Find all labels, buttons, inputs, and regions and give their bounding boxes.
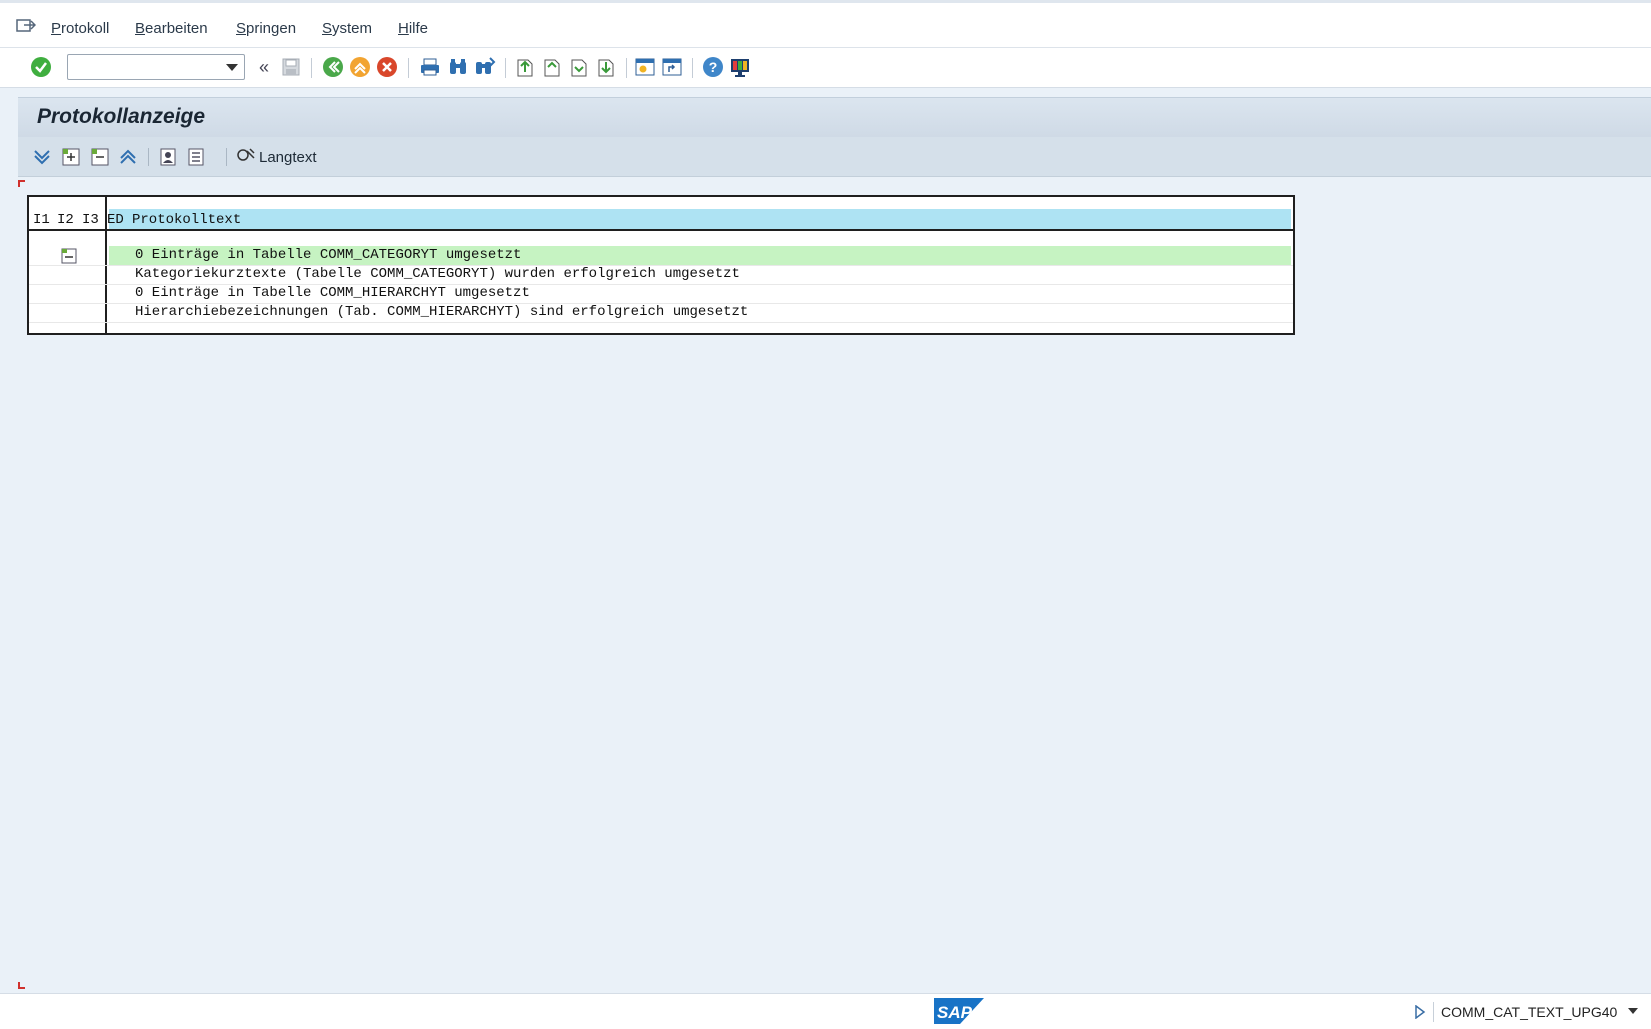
toolbar-separator bbox=[408, 58, 409, 78]
header-i3[interactable]: I3 bbox=[82, 212, 99, 228]
table-row[interactable]: Hierarchiebezeichnungen (Tab. COMM_HIERA… bbox=[29, 303, 1293, 323]
system-toolbar: « ? bbox=[0, 48, 1651, 88]
collapse-node-icon[interactable] bbox=[59, 246, 79, 265]
page-title: Protokollanzeige bbox=[37, 105, 206, 128]
menu-toggle-icon[interactable] bbox=[16, 17, 37, 33]
create-session-icon[interactable] bbox=[633, 55, 657, 79]
save-icon[interactable] bbox=[279, 55, 303, 79]
menu-system[interactable]: System bbox=[322, 20, 372, 37]
toolbar-separator bbox=[626, 58, 627, 78]
status-separator bbox=[1433, 1002, 1434, 1022]
toolbar-separator bbox=[311, 58, 312, 78]
menu-bar: Protokoll Bearbeiten Springen System Hil… bbox=[0, 0, 1651, 48]
print-icon[interactable] bbox=[418, 55, 442, 79]
menu-hilfe[interactable]: Hilfe bbox=[398, 20, 428, 37]
last-page-icon[interactable] bbox=[594, 55, 618, 79]
exit-icon[interactable] bbox=[348, 55, 372, 79]
log-row-text[interactable]: Kategoriekurztexte (Tabelle COMM_CATEGOR… bbox=[109, 265, 1291, 284]
header-i2[interactable]: I2 bbox=[57, 212, 74, 228]
svg-text:SAP: SAP bbox=[937, 1003, 973, 1022]
title-bar: Protokollanzeige bbox=[18, 97, 1651, 137]
sap-logo: SAP bbox=[934, 998, 984, 1024]
header-ed[interactable]: ED bbox=[107, 212, 124, 228]
chevron-down-icon[interactable] bbox=[1628, 1008, 1638, 1014]
collapse-all-icon[interactable] bbox=[116, 145, 140, 169]
corner-marker bbox=[18, 982, 25, 989]
toolbar-separator bbox=[505, 58, 506, 78]
customize-layout-icon[interactable] bbox=[728, 55, 752, 79]
corner-marker bbox=[18, 180, 25, 187]
longtext-icon bbox=[236, 146, 256, 168]
next-page-icon[interactable] bbox=[567, 55, 591, 79]
log-row-text[interactable]: Hierarchiebezeichnungen (Tab. COMM_HIERA… bbox=[109, 303, 1291, 322]
previous-page-icon[interactable] bbox=[540, 55, 564, 79]
table-row[interactable]: Kategoriekurztexte (Tabelle COMM_CATEGOR… bbox=[29, 265, 1293, 285]
toolbar-separator bbox=[692, 58, 693, 78]
expand-node-icon[interactable] bbox=[59, 145, 83, 169]
command-dropdown-icon[interactable] bbox=[226, 64, 238, 71]
back-icon[interactable] bbox=[321, 55, 345, 79]
session-info[interactable]: COMM_CAT_TEXT_UPG40 bbox=[1441, 1004, 1617, 1020]
app-toolbar-separator bbox=[148, 148, 149, 166]
find-next-icon[interactable] bbox=[473, 55, 497, 79]
status-bar: SAP COMM_CAT_TEXT_UPG40 bbox=[0, 993, 1651, 1029]
collapse-command-icon[interactable]: « bbox=[252, 55, 276, 79]
command-input[interactable] bbox=[71, 56, 221, 78]
langtext-label: Langtext bbox=[259, 148, 317, 166]
table-header: I1 I2 I3 ED Protokolltext bbox=[29, 209, 1293, 231]
status-expand-icon[interactable] bbox=[1414, 1004, 1426, 1024]
app-toolbar-separator bbox=[226, 148, 227, 166]
log-table: I1 I2 I3 ED Protokolltext 0 Einträge in … bbox=[27, 195, 1295, 335]
table-row[interactable]: 0 Einträge in Tabelle COMM_HIERARCHYT um… bbox=[29, 284, 1293, 304]
expand-all-icon[interactable] bbox=[30, 145, 54, 169]
user-detail-icon[interactable] bbox=[156, 145, 180, 169]
header-protokolltext[interactable]: Protokolltext bbox=[132, 212, 241, 228]
header-highlight bbox=[109, 209, 1291, 229]
menu-bearbeiten[interactable]: Bearbeiten bbox=[135, 20, 208, 37]
log-row-text[interactable]: 0 Einträge in Tabelle COMM_HIERARCHYT um… bbox=[109, 284, 1291, 303]
command-field[interactable] bbox=[67, 54, 245, 80]
header-i1[interactable]: I1 bbox=[33, 212, 50, 228]
svg-text:?: ? bbox=[709, 59, 718, 75]
table-row[interactable]: 0 Einträge in Tabelle COMM_CATEGORYT umg… bbox=[29, 246, 1293, 266]
enter-icon[interactable] bbox=[29, 55, 53, 79]
first-page-icon[interactable] bbox=[513, 55, 537, 79]
log-row-text[interactable]: 0 Einträge in Tabelle COMM_CATEGORYT umg… bbox=[109, 246, 1291, 265]
shortcut-icon[interactable] bbox=[660, 55, 684, 79]
help-icon[interactable]: ? bbox=[701, 55, 725, 79]
menu-protokoll[interactable]: Protokoll bbox=[51, 20, 109, 37]
cancel-icon[interactable] bbox=[375, 55, 399, 79]
langtext-button[interactable]: Langtext bbox=[236, 145, 317, 169]
collapse-node-icon[interactable] bbox=[88, 145, 112, 169]
content-area: I1 I2 I3 ED Protokolltext 0 Einträge in … bbox=[18, 177, 1651, 992]
find-icon[interactable] bbox=[446, 55, 470, 79]
list-icon[interactable] bbox=[184, 145, 208, 169]
application-toolbar: Langtext bbox=[18, 137, 1651, 177]
menu-springen[interactable]: Springen bbox=[236, 20, 296, 37]
